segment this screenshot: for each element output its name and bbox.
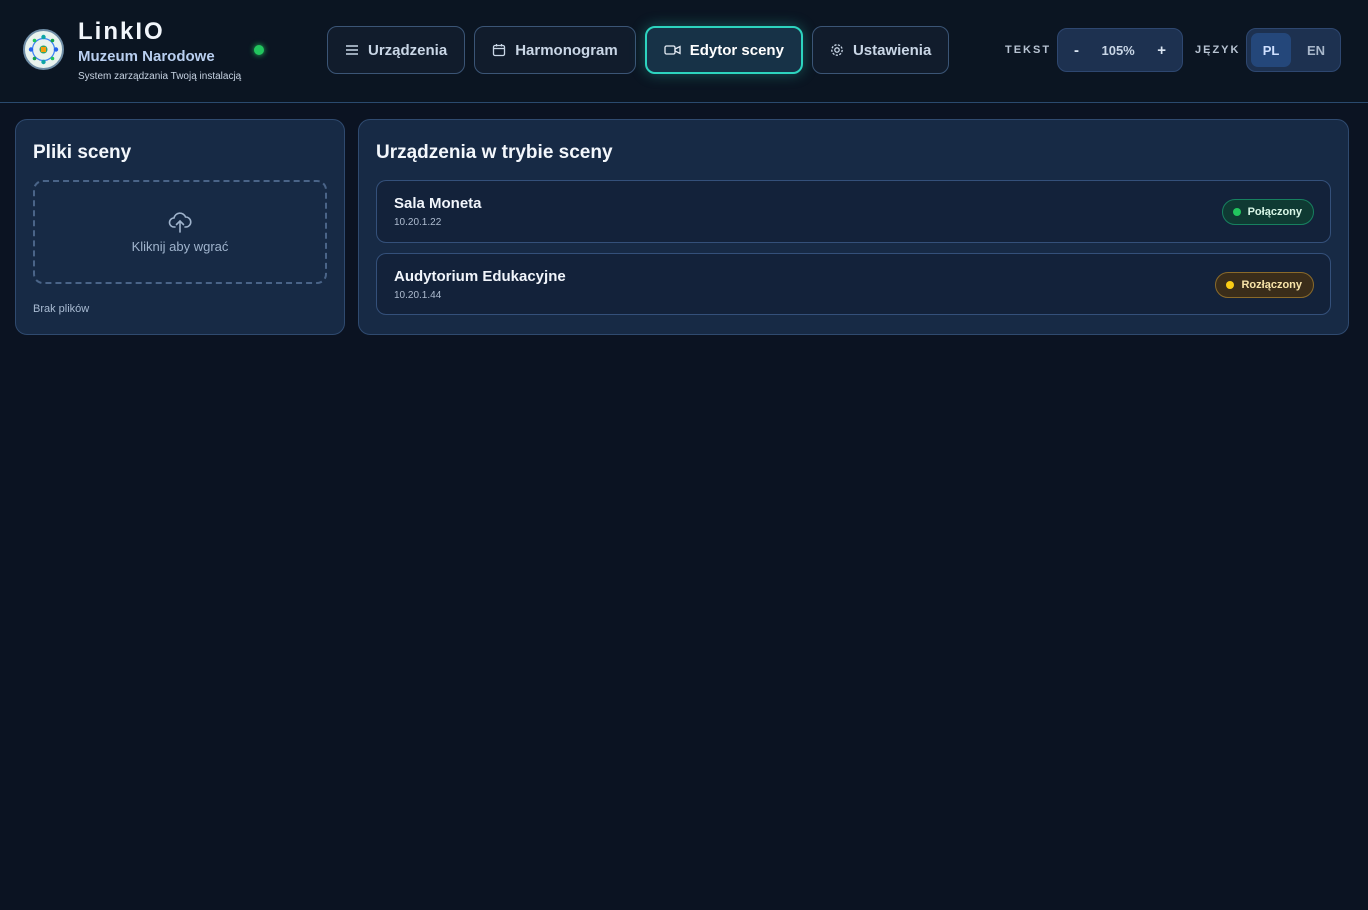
scene-files-title: Pliki sceny bbox=[33, 142, 132, 163]
nav-settings-button[interactable]: Ustawienia bbox=[811, 26, 950, 74]
text-size-label: TEKST bbox=[1005, 44, 1052, 56]
upload-text: Kliknij aby wgrać bbox=[131, 238, 229, 254]
list-icon bbox=[346, 45, 358, 55]
device-card[interactable]: Audytorium Edukacyjne 10.20.1.44 Rozłącz… bbox=[376, 253, 1331, 315]
connection-status-indicator bbox=[254, 45, 264, 55]
nav-schedule-button[interactable]: Harmonogram bbox=[474, 26, 636, 74]
nav-scene-editor-label: Edytor sceny bbox=[689, 41, 784, 59]
top-bar: LinkIO Muzeum Narodowe System zarządzani… bbox=[0, 0, 1368, 103]
scene-files-panel: Pliki sceny Kliknij aby wgrać Brak plikó… bbox=[15, 119, 345, 335]
increase-text-button[interactable]: + bbox=[1157, 42, 1166, 59]
nav-schedule-label: Harmonogram bbox=[515, 41, 618, 59]
scene-devices-panel: Urządzenia w trybie sceny Sala Moneta 10… bbox=[358, 119, 1349, 335]
device-ip: 10.20.1.22 bbox=[394, 217, 442, 228]
main-navigation: Urządzenia Harmonogram Edytor sceny Usta… bbox=[327, 26, 958, 74]
scene-devices-title: Urządzenia w trybie sceny bbox=[376, 142, 613, 163]
language-pl-button[interactable]: PL bbox=[1251, 33, 1291, 67]
nav-devices-button[interactable]: Urządzenia bbox=[327, 26, 466, 74]
tagline: System zarządzania Twoją instalacją bbox=[78, 71, 242, 82]
status-badge: Rozłączony bbox=[1215, 272, 1314, 298]
calendar-icon bbox=[493, 44, 506, 57]
status-dot bbox=[1226, 281, 1235, 289]
nav-scene-editor-button[interactable]: Edytor sceny bbox=[644, 26, 803, 74]
video-camera-icon bbox=[664, 45, 681, 55]
status-dot bbox=[1232, 208, 1241, 216]
decrease-text-button[interactable]: - bbox=[1074, 42, 1079, 59]
device-name: Sala Moneta bbox=[394, 195, 482, 212]
no-files-text: Brak plików bbox=[33, 303, 90, 315]
language-label: JĘZYK bbox=[1195, 44, 1241, 56]
device-card[interactable]: Sala Moneta 10.20.1.22 Połączony bbox=[376, 180, 1331, 243]
zoom-level: 105% bbox=[1101, 42, 1135, 58]
organization-name: Muzeum Narodowe bbox=[78, 48, 215, 65]
app-logo bbox=[23, 29, 64, 70]
device-name: Audytorium Edukacyjne bbox=[394, 268, 566, 285]
brand: LinkIO Muzeum Narodowe System zarządzani… bbox=[23, 20, 241, 83]
text-size-control: - 105% + bbox=[1057, 28, 1183, 72]
device-ip: 10.20.1.44 bbox=[394, 290, 442, 301]
status-text: Rozłączony bbox=[1241, 279, 1302, 291]
upload-dropzone[interactable]: Kliknij aby wgrać bbox=[33, 180, 327, 284]
nav-settings-label: Ustawienia bbox=[852, 41, 932, 59]
cloud-upload-icon bbox=[168, 211, 192, 233]
language-en-button[interactable]: EN bbox=[1296, 33, 1336, 67]
app-name: LinkIO bbox=[78, 18, 165, 45]
nav-devices-label: Urządzenia bbox=[368, 41, 448, 59]
language-switcher: PL EN bbox=[1246, 28, 1341, 72]
status-badge: Połączony bbox=[1221, 199, 1314, 225]
status-text: Połączony bbox=[1247, 206, 1302, 218]
gear-icon bbox=[831, 44, 843, 56]
